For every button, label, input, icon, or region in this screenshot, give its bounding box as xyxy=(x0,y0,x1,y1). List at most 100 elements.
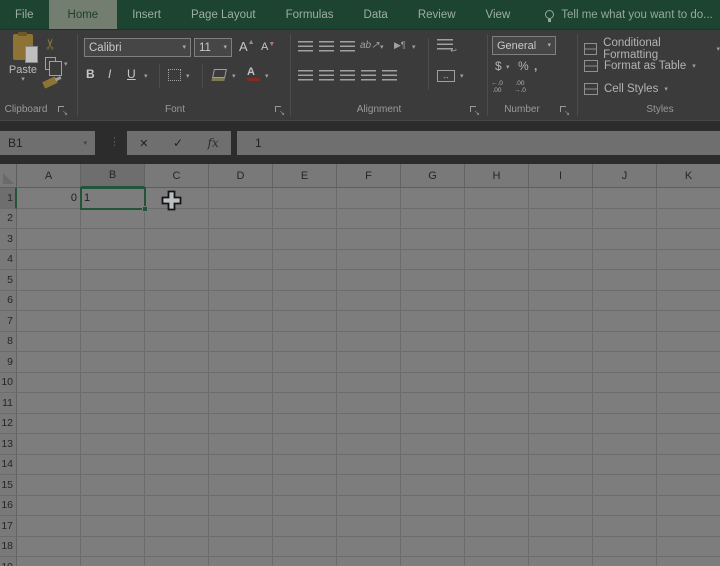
borders-caret-icon[interactable]: ▾ xyxy=(186,73,190,80)
cell-F7[interactable] xyxy=(337,311,401,332)
cell-C17[interactable] xyxy=(145,516,209,537)
cell-K15[interactable] xyxy=(657,475,720,496)
cancel-button[interactable]: ✕ xyxy=(139,137,148,150)
row-header-14[interactable]: 14 xyxy=(0,454,17,475)
cell-F9[interactable] xyxy=(337,352,401,373)
column-header-H[interactable]: H xyxy=(465,164,529,188)
cell-A1[interactable]: 0 xyxy=(17,188,81,209)
column-header-J[interactable]: J xyxy=(593,164,657,188)
cell-K3[interactable] xyxy=(657,229,720,250)
cell-A10[interactable] xyxy=(17,372,81,393)
select-all-button[interactable] xyxy=(0,164,17,188)
cell-I1[interactable] xyxy=(529,188,593,209)
cell-C18[interactable] xyxy=(145,536,209,557)
cell-E18[interactable] xyxy=(273,536,337,557)
cell-G9[interactable] xyxy=(401,352,465,373)
cell-B15[interactable] xyxy=(81,475,145,496)
cell-E11[interactable] xyxy=(273,393,337,414)
cell-F17[interactable] xyxy=(337,516,401,537)
column-header-B[interactable]: B xyxy=(81,164,145,188)
cell-J6[interactable] xyxy=(593,290,657,311)
cell-A14[interactable] xyxy=(17,454,81,475)
cell-K9[interactable] xyxy=(657,352,720,373)
cell-H16[interactable] xyxy=(465,495,529,516)
cell-F2[interactable] xyxy=(337,208,401,229)
font-dialog-launcher-icon[interactable] xyxy=(275,106,285,117)
cell-H17[interactable] xyxy=(465,516,529,537)
merge-center-icon[interactable]: ↔ xyxy=(437,70,455,82)
cell-A7[interactable] xyxy=(17,311,81,332)
cell-E5[interactable] xyxy=(273,270,337,291)
column-header-C[interactable]: C xyxy=(145,164,209,188)
cell-C10[interactable] xyxy=(145,372,209,393)
row-header-8[interactable]: 8 xyxy=(0,331,17,352)
cell-I6[interactable] xyxy=(529,290,593,311)
cell-H4[interactable] xyxy=(465,249,529,270)
cell-D15[interactable] xyxy=(209,475,273,496)
tab-insert[interactable]: Insert xyxy=(117,0,176,29)
cell-A2[interactable] xyxy=(17,208,81,229)
cell-J16[interactable] xyxy=(593,495,657,516)
cell-D13[interactable] xyxy=(209,434,273,455)
cell-J15[interactable] xyxy=(593,475,657,496)
cell-I2[interactable] xyxy=(529,208,593,229)
cell-G16[interactable] xyxy=(401,495,465,516)
cell-I3[interactable] xyxy=(529,229,593,250)
column-header-F[interactable]: F xyxy=(337,164,401,188)
cell-G17[interactable] xyxy=(401,516,465,537)
cell-E6[interactable] xyxy=(273,290,337,311)
cell-C8[interactable] xyxy=(145,331,209,352)
cell-D16[interactable] xyxy=(209,495,273,516)
cell-I11[interactable] xyxy=(529,393,593,414)
formula-input[interactable]: 1 xyxy=(237,131,720,155)
column-header-G[interactable]: G xyxy=(401,164,465,188)
cell-E2[interactable] xyxy=(273,208,337,229)
cell-K7[interactable] xyxy=(657,311,720,332)
enter-button[interactable]: ✓ xyxy=(173,136,183,150)
cell-J5[interactable] xyxy=(593,270,657,291)
cell-K5[interactable] xyxy=(657,270,720,291)
cell-J13[interactable] xyxy=(593,434,657,455)
cell-B7[interactable] xyxy=(81,311,145,332)
cell-A3[interactable] xyxy=(17,229,81,250)
cell-F3[interactable] xyxy=(337,229,401,250)
decrease-indent-icon[interactable] xyxy=(361,70,376,81)
cell-K2[interactable] xyxy=(657,209,720,229)
align-right-icon[interactable] xyxy=(340,70,355,81)
cell-G15[interactable] xyxy=(401,475,465,496)
cell-I4[interactable] xyxy=(529,249,593,270)
fill-color-icon[interactable] xyxy=(212,69,227,78)
tab-review[interactable]: Review xyxy=(403,0,471,29)
cell-A9[interactable] xyxy=(17,352,81,373)
cell-C13[interactable] xyxy=(145,434,209,455)
cell-F1[interactable] xyxy=(337,188,401,209)
cell-K13[interactable] xyxy=(657,434,720,455)
cell-F5[interactable] xyxy=(337,270,401,291)
row-header-2[interactable]: 2 xyxy=(0,208,17,229)
cell-F11[interactable] xyxy=(337,393,401,414)
middle-align-icon[interactable] xyxy=(319,41,334,52)
clipboard-dialog-launcher-icon[interactable] xyxy=(58,106,68,117)
cell-G1[interactable] xyxy=(401,188,465,209)
cell-K14[interactable] xyxy=(657,455,720,475)
column-header-K[interactable]: K xyxy=(657,164,720,188)
cell-G12[interactable] xyxy=(401,413,465,434)
cell-D14[interactable] xyxy=(209,454,273,475)
cell-J10[interactable] xyxy=(593,372,657,393)
cell-A19[interactable] xyxy=(17,557,81,566)
tab-file[interactable]: File xyxy=(0,0,49,29)
cell-H10[interactable] xyxy=(465,372,529,393)
font-name-combo[interactable]: Calibri ▾ xyxy=(84,38,191,57)
merge-center-caret-icon[interactable]: ▾ xyxy=(460,73,464,80)
row-header-19[interactable]: 19 xyxy=(0,557,17,566)
cell-E15[interactable] xyxy=(273,475,337,496)
number-dialog-launcher-icon[interactable] xyxy=(560,106,570,117)
row-header-11[interactable]: 11 xyxy=(0,393,17,414)
tab-data[interactable]: Data xyxy=(349,0,403,29)
column-header-D[interactable]: D xyxy=(209,164,273,188)
cell-K18[interactable] xyxy=(657,537,720,557)
wrap-text-icon[interactable]: ↩ xyxy=(437,39,457,55)
cell-I7[interactable] xyxy=(529,311,593,332)
cell-A13[interactable] xyxy=(17,434,81,455)
cell-J19[interactable] xyxy=(593,557,657,566)
